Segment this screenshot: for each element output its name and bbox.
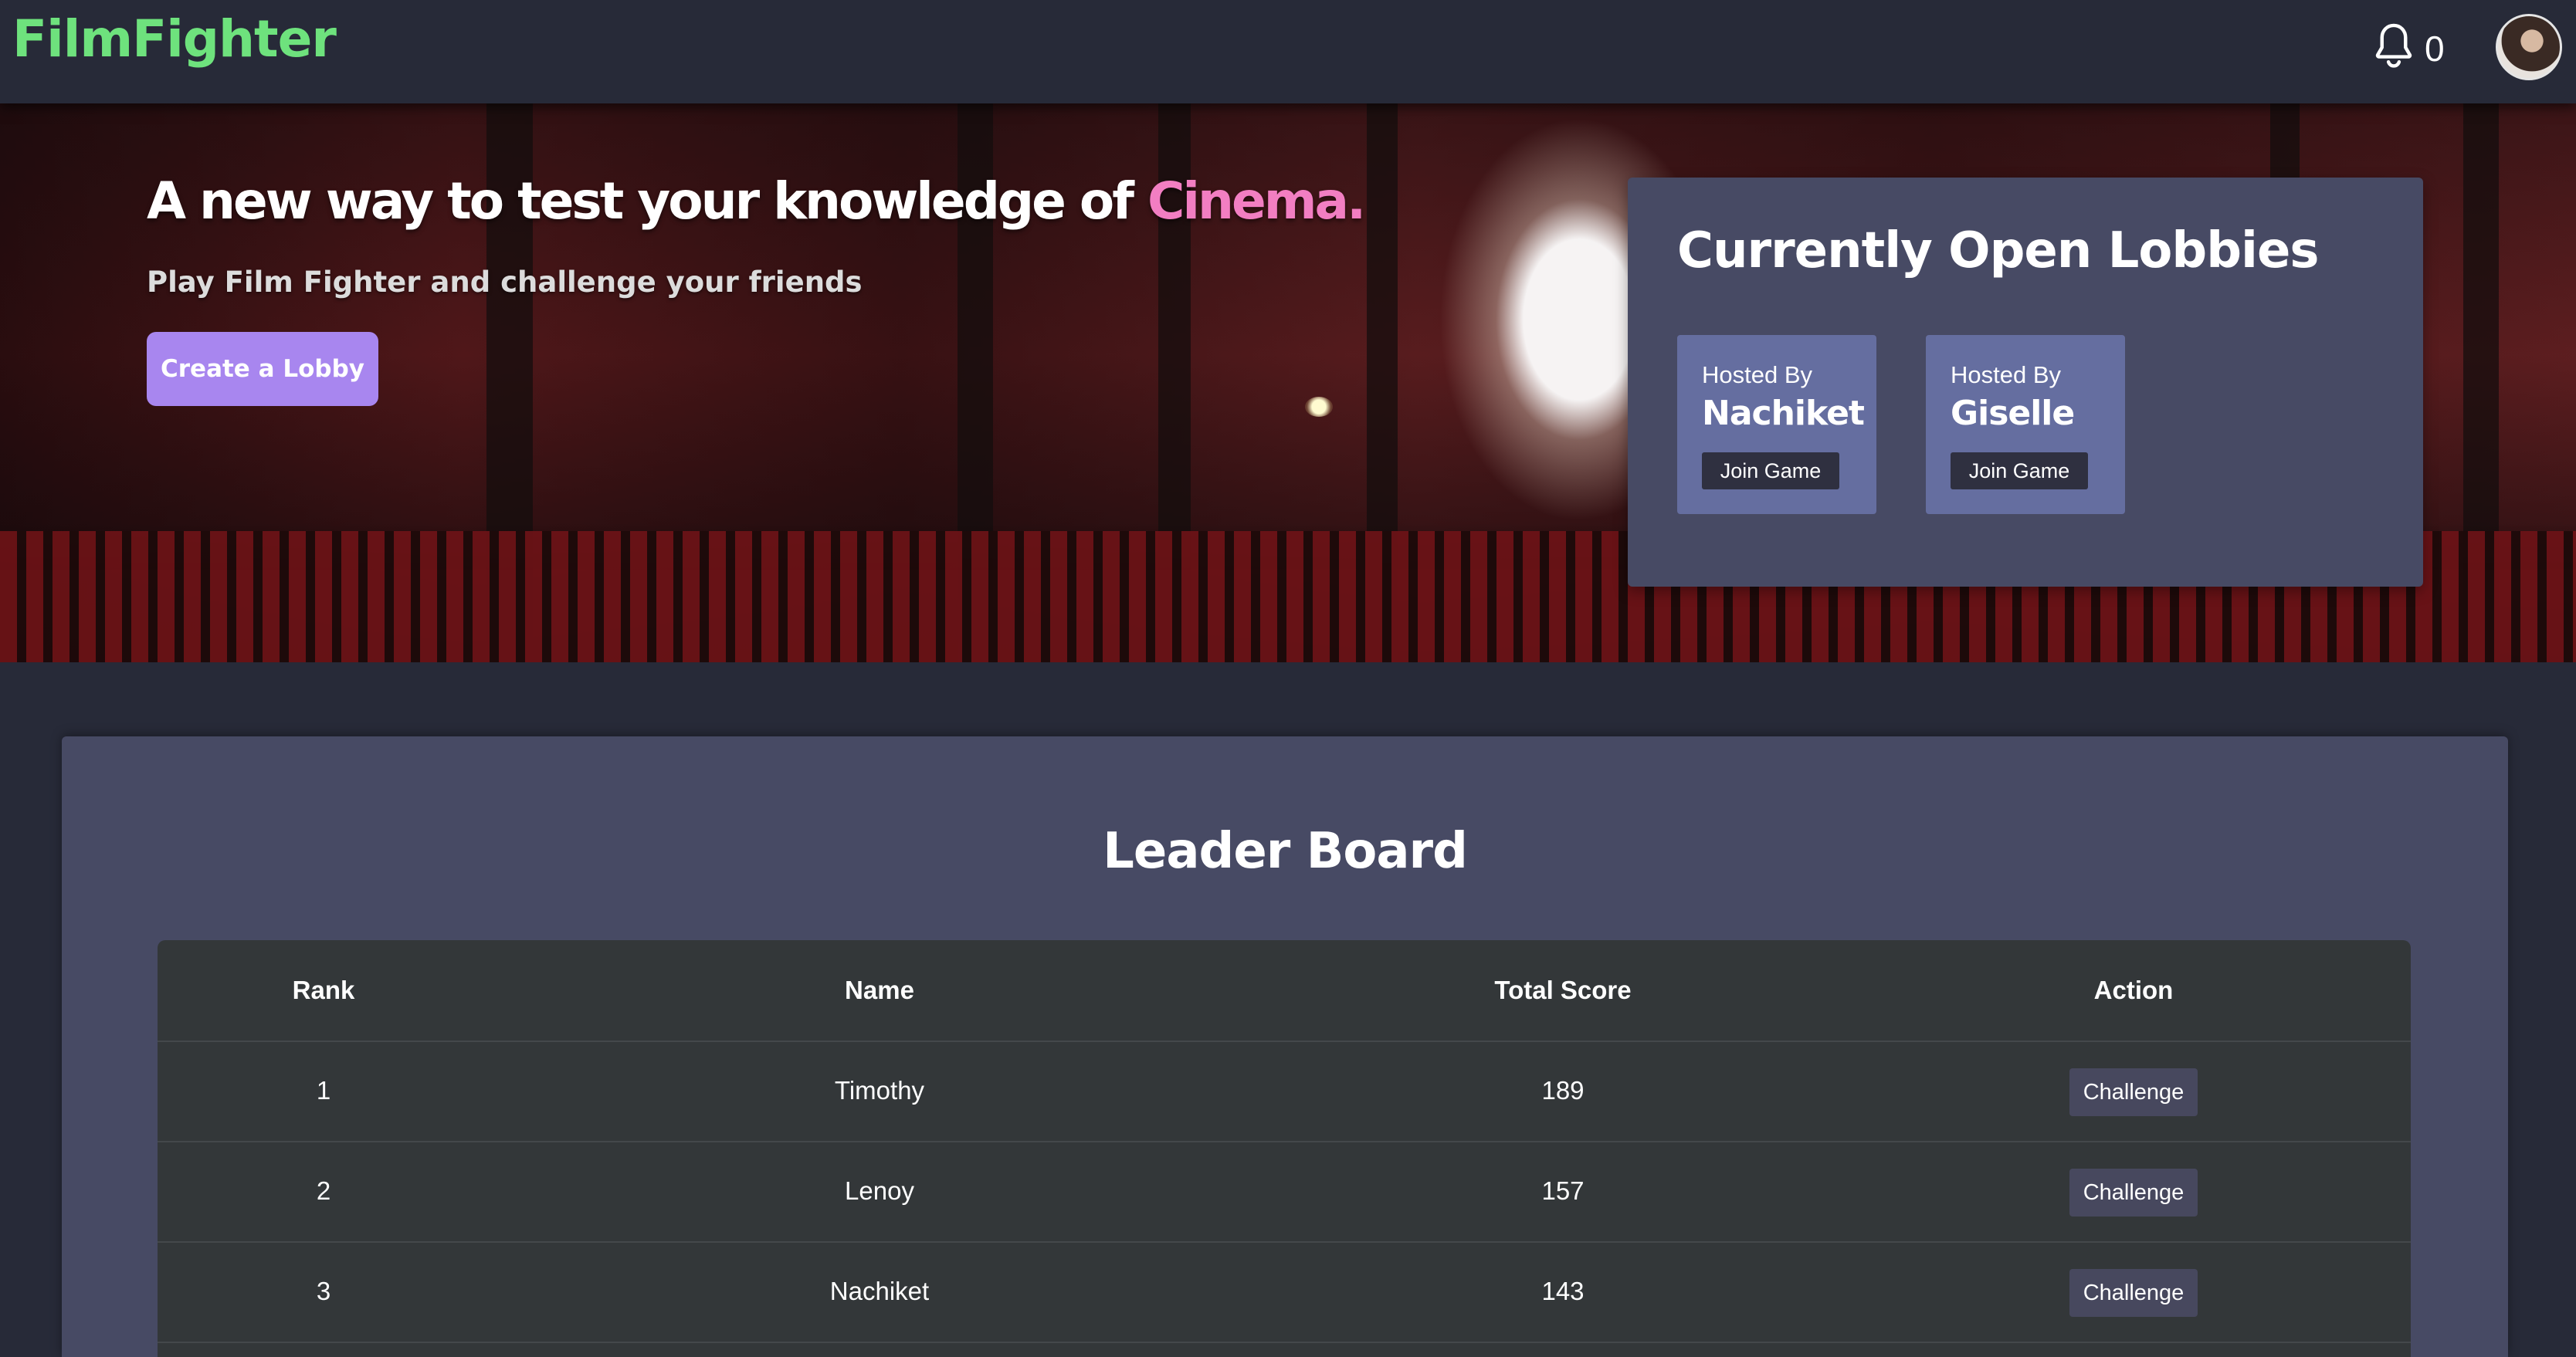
hero-bg-light — [1305, 397, 1333, 417]
score-cell: 189 — [1541, 1076, 1585, 1105]
name-cell: Nachiket — [829, 1277, 930, 1305]
lobbies-title: Currently Open Lobbies — [1677, 222, 2319, 279]
column-header-action: Action — [2093, 976, 2174, 1004]
hero-title: A new way to test your knowledge of Cine… — [147, 171, 1366, 231]
action-cell: Challenge — [1856, 1241, 2411, 1342]
hosted-by-label: Hosted By — [1702, 361, 1813, 388]
challenge-button[interactable]: Challenge — [2069, 1169, 2198, 1217]
rank-cell: 3 — [316, 1277, 331, 1305]
challenge-button[interactable]: Challenge — [2069, 1269, 2198, 1318]
bell-icon[interactable] — [2371, 22, 2417, 71]
notification-count: 0 — [2425, 29, 2445, 69]
app-logo[interactable]: FilmFighter — [12, 9, 337, 69]
top-navbar: FilmFighter 0 — [0, 0, 2576, 103]
lobby-card: Hosted By Giselle Join Game — [1926, 335, 2125, 514]
create-lobby-button[interactable]: Create a Lobby — [147, 332, 378, 406]
score-cell: 143 — [1541, 1277, 1585, 1305]
score-cell: 157 — [1541, 1176, 1585, 1205]
hero-subtitle: Play Film Fighter and challenge your fri… — [147, 266, 863, 299]
leaderboard-title: Leader Board — [1103, 823, 1468, 880]
hero-title-main: A new way to test your knowledge of — [147, 171, 1147, 231]
column-header-name: Name — [845, 976, 914, 1004]
table-header-row: Rank Name Total Score Action — [158, 940, 2411, 1042]
join-game-button[interactable]: Join Game — [1951, 452, 2088, 489]
table-row: 1 Timothy 189 Challenge — [158, 1041, 2411, 1142]
action-cell: Challenge — [1856, 1141, 2411, 1241]
rank-cell: 1 — [316, 1076, 331, 1105]
name-cell: Timothy — [834, 1076, 925, 1105]
column-header-score: Total Score — [1494, 976, 1632, 1004]
action-cell: Challenge — [1856, 1041, 2411, 1141]
rank-cell: 2 — [316, 1176, 331, 1205]
hosted-by-label: Hosted By — [1951, 361, 2062, 388]
join-game-button[interactable]: Join Game — [1702, 452, 1839, 489]
open-lobbies-panel: Currently Open Lobbies Hosted By Nachike… — [1628, 178, 2423, 587]
avatar[interactable] — [2496, 14, 2562, 80]
host-name: Nachiket — [1702, 394, 1865, 433]
hero-title-accent: Cinema. — [1147, 171, 1366, 231]
host-name: Giselle — [1951, 394, 2075, 433]
table-row: 3 Nachiket 143 Challenge — [158, 1241, 2411, 1343]
lobby-card: Hosted By Nachiket Join Game — [1677, 335, 1876, 514]
challenge-button[interactable]: Challenge — [2069, 1068, 2198, 1117]
column-header-rank: Rank — [292, 976, 355, 1004]
table-row: 2 Lenoy 157 Challenge — [158, 1141, 2411, 1243]
leaderboard-panel: Leader Board Rank Name Total Score Actio… — [62, 736, 2508, 1357]
name-cell: Lenoy — [845, 1176, 914, 1205]
leaderboard-table: Rank Name Total Score Action 1 Timothy 1… — [158, 940, 2411, 1357]
